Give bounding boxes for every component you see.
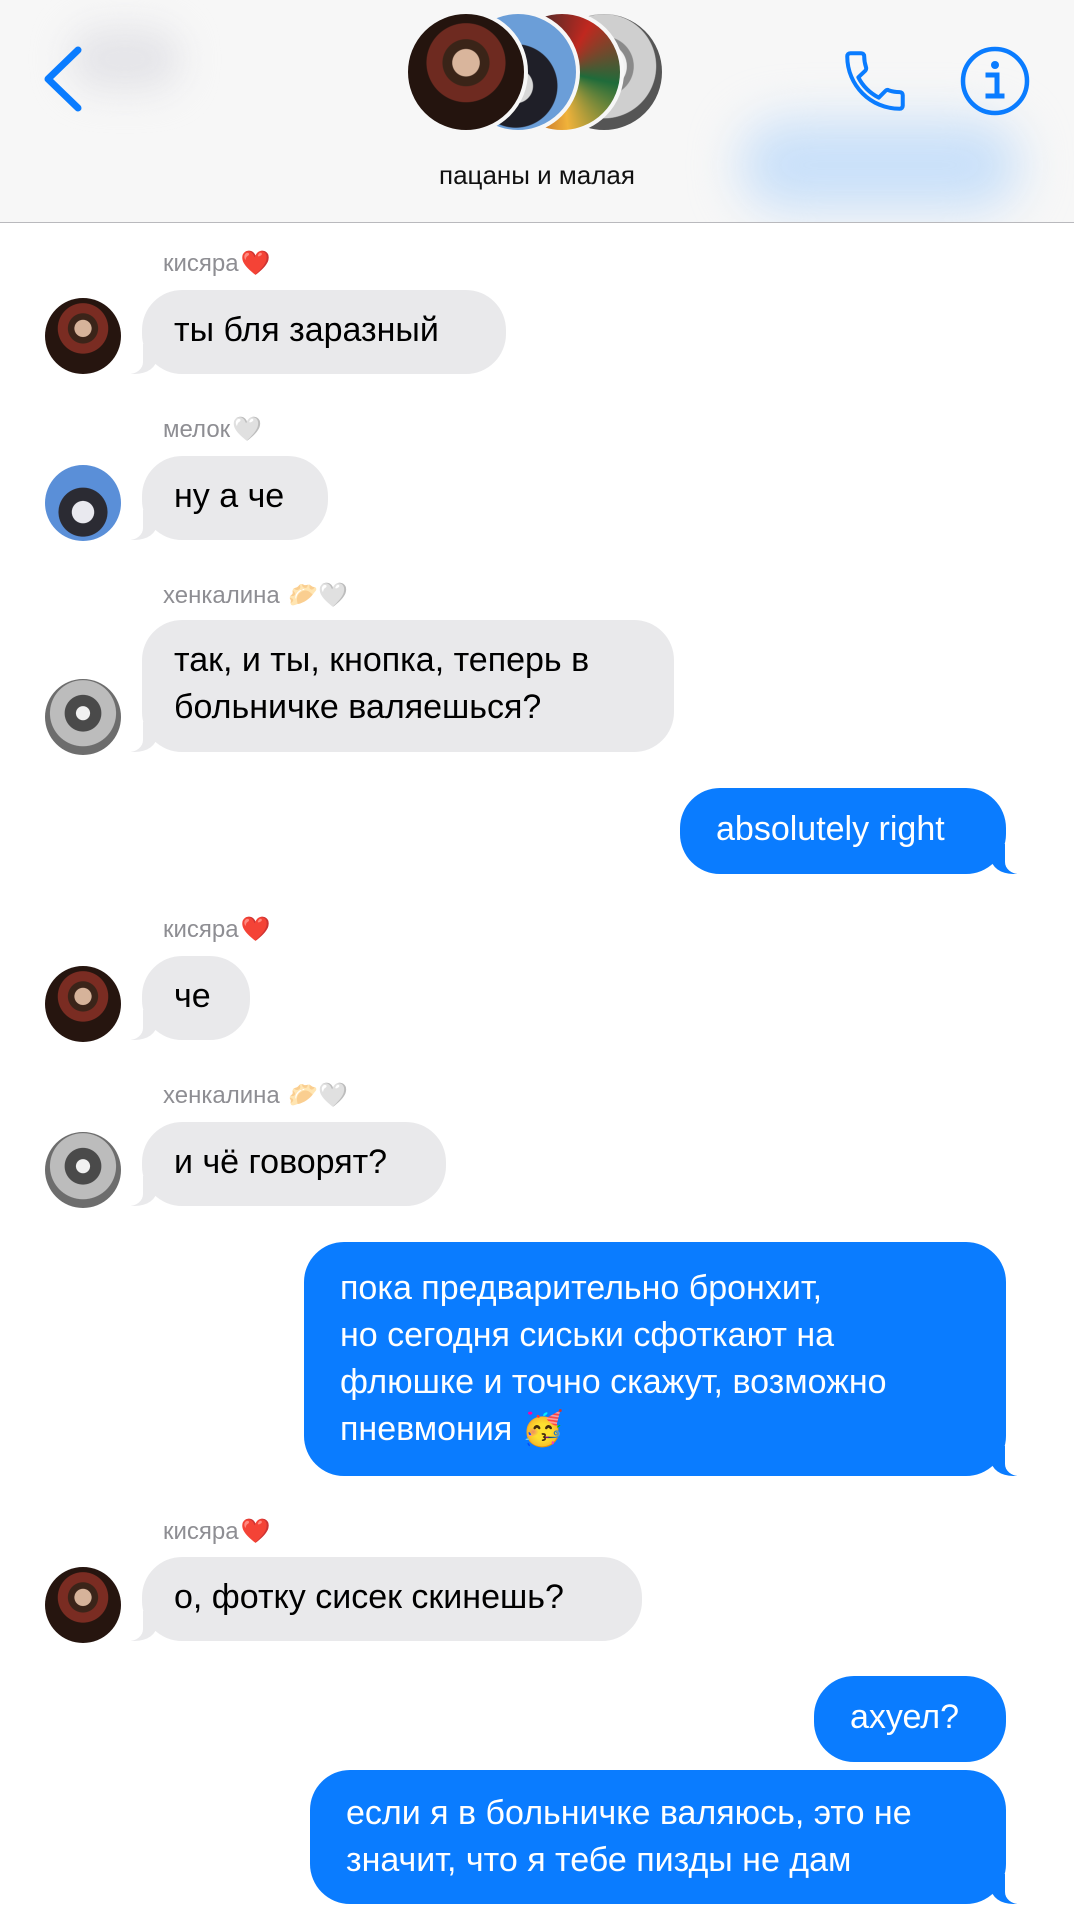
avatar	[404, 10, 528, 134]
message-text-line: больничке валяешься?	[174, 688, 542, 726]
message-text: о, фотку сисек скинешь?	[174, 1578, 564, 1616]
sender-name: хенкалина 🥟🤍	[163, 1082, 348, 1110]
message-bubble[interactable]: о, фотку сисек скинешь?	[123, 1557, 642, 1641]
message-bubble[interactable]: absolutely right	[680, 788, 1025, 874]
heart-icon: ❤️	[240, 250, 271, 277]
sender-name-text: кисяра	[163, 250, 239, 277]
avatar[interactable]	[45, 1132, 121, 1208]
message-text-line: флюшке и точно скажут, возможно	[340, 1363, 887, 1401]
conversation-header: пацаны и малая	[0, 0, 1074, 223]
message-text: absolutely right	[716, 810, 945, 848]
sender-name-text: хенкалина	[163, 582, 280, 609]
sender-name: мелок🤍	[163, 416, 262, 444]
avatar[interactable]	[45, 1567, 121, 1643]
avatar[interactable]	[45, 465, 121, 541]
sender-name-text: кисяра	[163, 1518, 239, 1545]
message-text-line: пока предварительно бронхит,	[340, 1269, 823, 1307]
info-button[interactable]	[958, 44, 1032, 118]
message-bubble[interactable]: пока предварительно бронхит, но сегодня …	[304, 1242, 1025, 1476]
sender-name-text: мелок	[163, 416, 231, 443]
message-bubble[interactable]: ахуел?	[814, 1676, 1006, 1762]
message-text-line: значит, что я тебе пизды не дам	[346, 1841, 852, 1879]
avatar[interactable]	[45, 298, 121, 374]
info-icon	[960, 46, 1030, 116]
message-text-line: пневмония 🥳	[340, 1410, 565, 1448]
heart-icon: ❤️	[240, 916, 271, 943]
group-avatar-stack[interactable]	[404, 10, 674, 136]
phone-icon	[845, 51, 905, 111]
sender-name: кисяра❤️	[163, 916, 271, 944]
call-button[interactable]	[838, 44, 912, 118]
back-button[interactable]	[38, 42, 90, 116]
message-text: ты бля заразный	[174, 311, 439, 349]
sender-name: кисяра❤️	[163, 250, 271, 278]
message-text: и чё говорят?	[174, 1143, 388, 1181]
group-title[interactable]: пацаны и малая	[0, 160, 1074, 191]
sender-name-text: хенкалина	[163, 1082, 280, 1109]
message-bubble[interactable]: ну а че	[123, 456, 328, 540]
sender-name: кисяра❤️	[163, 1518, 271, 1546]
dumpling-heart-icon: 🥟🤍	[288, 1082, 349, 1109]
sender-name: хенкалина 🥟🤍	[163, 582, 348, 610]
message-bubble[interactable]: если я в больничке валяюсь, это не значи…	[310, 1770, 1025, 1904]
message-bubble[interactable]: и чё говорят?	[123, 1122, 446, 1206]
avatar[interactable]	[45, 679, 121, 755]
white-heart-icon: 🤍	[232, 416, 263, 443]
heart-icon: ❤️	[240, 1518, 271, 1545]
dumpling-heart-icon: 🥟🤍	[288, 582, 349, 609]
message-text-line: но сегодня сиськи сфоткают на	[340, 1316, 835, 1354]
message-text-line: так, и ты, кнопка, теперь в	[174, 641, 590, 679]
message-text: че	[174, 977, 211, 1015]
message-bubble[interactable]: так, и ты, кнопка, теперь в больничке ва…	[123, 620, 674, 752]
chevron-left-icon	[44, 46, 82, 112]
message-text: ахуел?	[850, 1698, 960, 1736]
sender-name-text: кисяра	[163, 916, 239, 943]
message-bubble[interactable]: ты бля заразный	[123, 290, 506, 374]
message-text: ну а че	[174, 477, 285, 515]
avatar[interactable]	[45, 966, 121, 1042]
message-text-line: если я в больничке валяюсь, это не	[346, 1794, 912, 1832]
message-bubble[interactable]: че	[123, 956, 250, 1040]
